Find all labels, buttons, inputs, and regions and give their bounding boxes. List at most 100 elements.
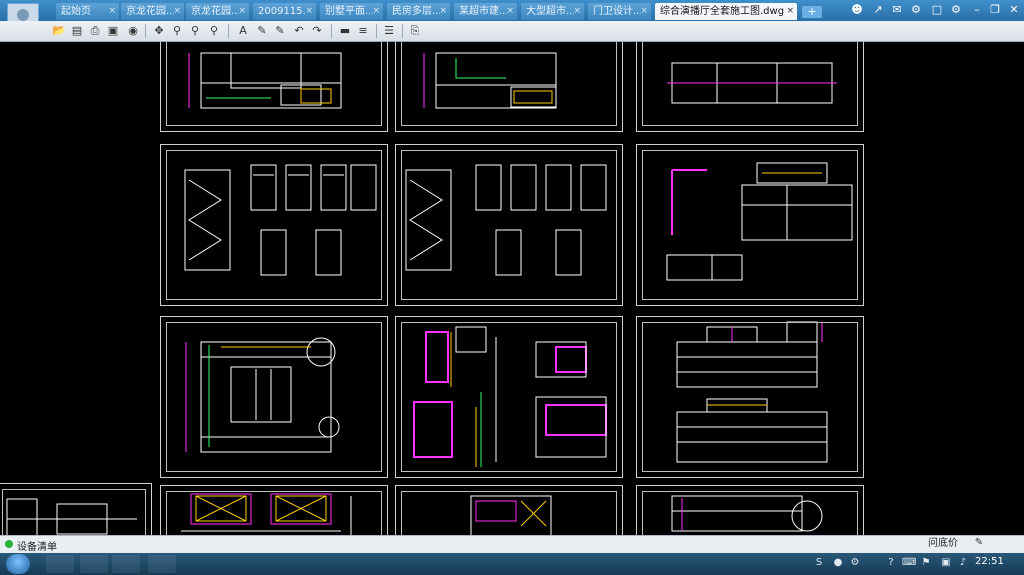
- layer-icon[interactable]: ≡: [356, 24, 370, 38]
- phone-icon[interactable]: □: [930, 3, 944, 17]
- settings-icon[interactable]: ⚙: [849, 557, 861, 569]
- tab-active-drawing[interactable]: 综合演播厅全套施工图.dwg ×: [655, 3, 797, 20]
- restore-icon[interactable]: ❐: [988, 3, 1002, 17]
- status-label[interactable]: 设备清单: [17, 538, 57, 553]
- minimize-icon[interactable]: –: [970, 3, 984, 17]
- text-icon[interactable]: A: [236, 24, 250, 38]
- tab-guardhouse[interactable]: 门卫设计... ×: [588, 3, 651, 20]
- tab-start-page[interactable]: 起始页 ×: [56, 3, 119, 20]
- tab-close-icon[interactable]: ×: [506, 3, 514, 20]
- windows-taskbar: [0, 553, 1024, 575]
- tab-label: 门卫设计...: [593, 6, 641, 17]
- tab-supermarket-2[interactable]: 大型超市... ×: [521, 3, 584, 20]
- drawing-sheet-partial-4a[interactable]: [160, 485, 388, 535]
- tab-label: 别墅平面...: [325, 6, 373, 17]
- truss-detail-drawing: [181, 493, 352, 535]
- tab-close-icon[interactable]: ×: [372, 3, 380, 20]
- tab-residential[interactable]: 民房多层... ×: [387, 3, 450, 20]
- zoom-in-icon[interactable]: ⚲: [170, 24, 184, 38]
- tab-close-icon[interactable]: ×: [439, 3, 447, 20]
- drawing-sheet-detail-1[interactable]: [636, 144, 864, 306]
- lock-icon[interactable]: ◉: [126, 24, 140, 38]
- tab-close-icon[interactable]: ×: [573, 3, 581, 20]
- system-clock[interactable]: 22:51: [975, 556, 1004, 567]
- drawing-sheet-partial-4b[interactable]: [395, 485, 623, 535]
- settings-icon[interactable]: ⚙: [909, 3, 923, 17]
- zoom-window-icon[interactable]: ⚲: [188, 24, 202, 38]
- user-group-icon[interactable]: ☻: [850, 3, 864, 17]
- toolbar-separator: [402, 24, 403, 38]
- construction-detail-drawing: [413, 326, 607, 467]
- tab-label: 京龙花园...: [126, 6, 174, 17]
- wall-detail-drawing: [666, 162, 853, 281]
- help-price-link[interactable]: 问底价: [928, 536, 968, 552]
- status-bar: 设备清单: [0, 535, 1024, 553]
- keyboard-icon[interactable]: ⌨: [902, 557, 916, 569]
- drawing-sheet-elevations[interactable]: [636, 316, 864, 478]
- tab-jinglong-2[interactable]: 京龙花园... ×: [186, 3, 249, 20]
- tab-supermarket-1[interactable]: 某超市建... ×: [454, 3, 517, 20]
- section-drawing: [667, 62, 837, 104]
- tab-label: 大型超市...: [526, 6, 574, 17]
- highlighter-icon[interactable]: ✎: [273, 24, 287, 38]
- drawing-sheet-partial-4c[interactable]: [636, 485, 864, 535]
- export-pdf-icon[interactable]: ▣: [106, 24, 120, 38]
- status-indicator-icon: [5, 540, 13, 548]
- tab-label: 综合演播厅全套施工图.dwg: [660, 6, 785, 17]
- help-icon[interactable]: ?: [885, 557, 897, 569]
- section-fragment-drawing: [470, 495, 552, 535]
- new-tab-button[interactable]: +: [802, 6, 822, 18]
- drawing-sheet-floor-plan-1[interactable]: [160, 42, 388, 132]
- markup-icon[interactable]: ⎘: [408, 24, 422, 38]
- tab-label: 民房多层...: [392, 6, 440, 17]
- tab-2009115[interactable]: 2009115...×: [253, 3, 316, 20]
- volume-icon[interactable]: ♪: [957, 557, 969, 569]
- start-button[interactable]: [6, 554, 30, 574]
- mic-icon[interactable]: ●: [832, 557, 844, 569]
- close-icon[interactable]: ✕: [1007, 3, 1021, 17]
- save-icon[interactable]: ▤: [70, 24, 84, 38]
- drawing-sheet-floor-plan-2[interactable]: [395, 42, 623, 132]
- pen-icon[interactable]: ✎: [255, 24, 269, 38]
- drawing-canvas[interactable]: [0, 42, 1024, 535]
- input-method-icon[interactable]: S: [813, 557, 825, 569]
- tab-close-icon[interactable]: ×: [238, 3, 246, 20]
- layers-stack-icon[interactable]: ☰: [382, 24, 396, 38]
- tab-close-icon[interactable]: ×: [108, 3, 116, 20]
- tab-close-icon[interactable]: ×: [305, 3, 313, 20]
- network-icon[interactable]: ▣: [940, 557, 952, 569]
- measure-icon[interactable]: ▬: [338, 24, 352, 38]
- elevation-drawing: [676, 321, 828, 463]
- tab-close-icon[interactable]: ×: [640, 3, 648, 20]
- tab-bar: 起始页× 京龙花园...× 京龙花园...× 2009115...× 别墅平面.…: [0, 0, 1024, 35]
- floor-plan-drawing: [423, 52, 557, 109]
- open-icon[interactable]: 📂: [52, 24, 66, 38]
- stair-detail-drawing: [184, 164, 377, 276]
- chat-icon[interactable]: ✎: [968, 537, 990, 551]
- drawing-sheet-details-2[interactable]: [395, 316, 623, 478]
- zoom-extents-icon[interactable]: ⚲: [207, 24, 221, 38]
- tab-close-icon[interactable]: ×: [786, 3, 794, 20]
- taskbar-app-browser[interactable]: [46, 555, 74, 573]
- drawing-sheet-partial-left[interactable]: [0, 483, 152, 535]
- drawing-sheet-section-1[interactable]: [636, 42, 864, 132]
- drawing-sheet-stairs-2[interactable]: [395, 144, 623, 306]
- drawing-sheet-floor-plan-3[interactable]: [160, 316, 388, 478]
- tab-jinglong-1[interactable]: 京龙花园... ×: [121, 3, 184, 20]
- message-icon[interactable]: ✉: [890, 3, 904, 17]
- taskbar-app-explorer[interactable]: [80, 555, 108, 573]
- redo-icon[interactable]: ↷: [310, 24, 324, 38]
- gear-icon[interactable]: ⚙: [949, 3, 963, 17]
- print-icon[interactable]: ⎙: [88, 24, 102, 38]
- share-icon[interactable]: ↗: [871, 3, 885, 17]
- taskbar-app-archive[interactable]: [112, 555, 140, 573]
- drawing-sheet-stairs-1[interactable]: [160, 144, 388, 306]
- tab-villa-plan[interactable]: 别墅平面... ×: [320, 3, 383, 20]
- tab-close-icon[interactable]: ×: [173, 3, 181, 20]
- taskbar-app-cad-viewer[interactable]: [148, 555, 176, 573]
- flag-icon[interactable]: ⚑: [920, 557, 932, 569]
- pan-icon[interactable]: ✥: [152, 24, 166, 38]
- floor-plan-drawing: [185, 337, 340, 453]
- tab-label: 某超市建...: [459, 6, 507, 17]
- undo-icon[interactable]: ↶: [292, 24, 306, 38]
